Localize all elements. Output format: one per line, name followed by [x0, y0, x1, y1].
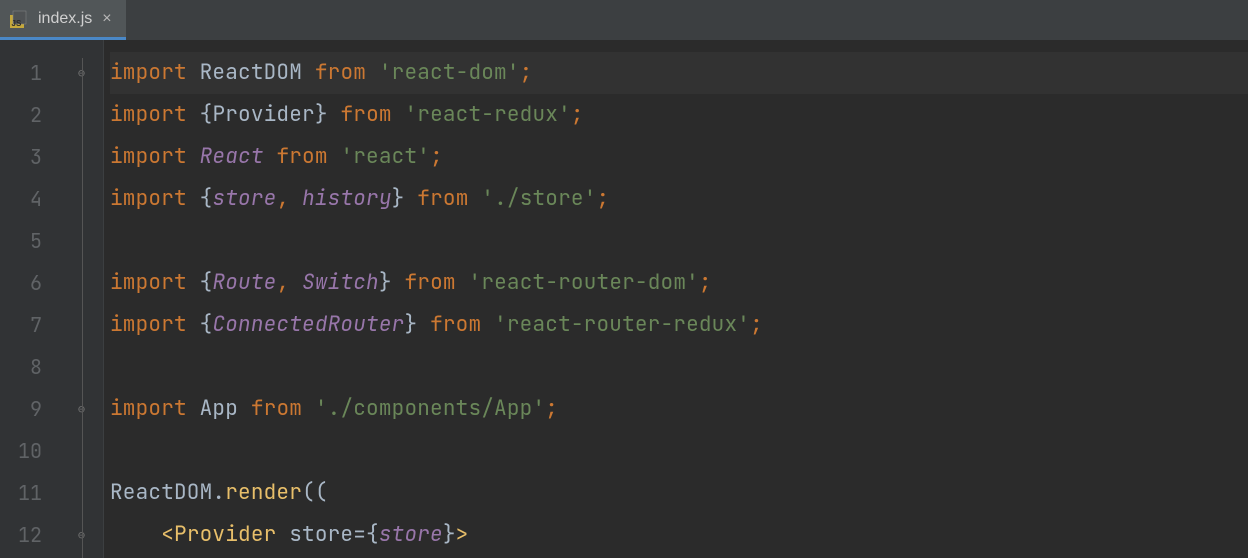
line-number: 7	[0, 304, 60, 346]
line-number: 6	[0, 262, 60, 304]
close-icon[interactable]: ×	[102, 11, 111, 27]
code-line[interactable]: import ReactDOM from 'react-dom';	[110, 52, 1248, 94]
code-line[interactable]: import {ConnectedRouter} from 'react-rou…	[110, 304, 1248, 346]
line-number: 12	[0, 514, 60, 556]
code-line[interactable]: import {Route, Switch} from 'react-route…	[110, 262, 1248, 304]
code-area[interactable]: import ReactDOM from 'react-dom'; import…	[104, 40, 1248, 558]
tab-bar: JS index.js ×	[0, 0, 1248, 40]
line-number: 11	[0, 472, 60, 514]
code-line[interactable]: ReactDOM.render((	[110, 472, 1248, 514]
line-number: 2	[0, 94, 60, 136]
svg-text:JS: JS	[12, 19, 22, 28]
tab-index-js[interactable]: JS index.js ×	[0, 0, 126, 40]
code-editor[interactable]: 1 2 3 4 5 6 7 8 9 10 11 12 ⊖ ⊖ ⊖ import …	[0, 40, 1248, 558]
line-number-gutter: 1 2 3 4 5 6 7 8 9 10 11 12	[0, 40, 60, 558]
code-line[interactable]	[110, 220, 1248, 262]
code-line[interactable]: import {store, history} from './store';	[110, 178, 1248, 220]
line-number: 10	[0, 430, 60, 472]
fold-gutter: ⊖ ⊖ ⊖	[60, 40, 104, 558]
line-number: 8	[0, 346, 60, 388]
code-line[interactable]	[110, 430, 1248, 472]
code-line[interactable]: import {Provider} from 'react-redux';	[110, 94, 1248, 136]
line-number: 4	[0, 178, 60, 220]
line-number: 9	[0, 388, 60, 430]
code-line[interactable]	[110, 346, 1248, 388]
js-file-icon: JS	[10, 10, 28, 28]
code-line[interactable]: <Provider store={store}>	[110, 514, 1248, 556]
line-number: 5	[0, 220, 60, 262]
line-number: 3	[0, 136, 60, 178]
code-line[interactable]: import React from 'react';	[110, 136, 1248, 178]
line-number: 1	[0, 52, 60, 94]
tab-filename: index.js	[38, 10, 92, 28]
code-line[interactable]: import App from './components/App';	[110, 388, 1248, 430]
